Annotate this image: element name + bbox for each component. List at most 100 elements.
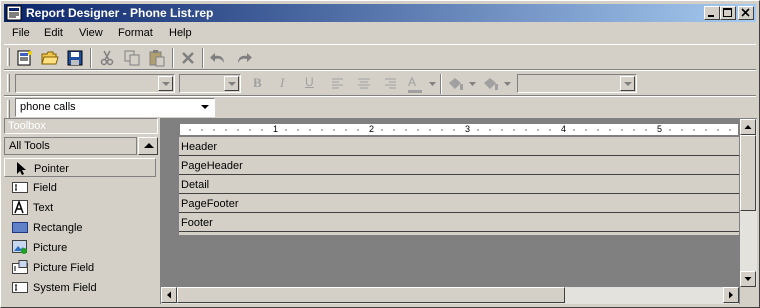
tool-label: Pointer (34, 163, 69, 175)
band-detail[interactable]: Detail (179, 175, 739, 194)
copy-icon[interactable] (123, 49, 141, 67)
redo-icon[interactable] (235, 49, 253, 67)
window-title: Report Designer - Phone List.rep (26, 6, 214, 20)
ruler-mark: 3 (464, 124, 472, 134)
save-icon[interactable] (66, 49, 84, 67)
arrow-down-icon (744, 277, 752, 281)
vertical-scroll-thumb[interactable] (740, 135, 756, 211)
tool-system-field[interactable]: System Field (4, 278, 156, 297)
font-name-combo[interactable] (15, 74, 175, 93)
tool-field[interactable]: Field (4, 178, 156, 197)
line-color-dropdown-icon[interactable] (504, 82, 511, 86)
tool-pointer[interactable]: Pointer (4, 158, 156, 177)
system-field-icon (12, 282, 28, 293)
arrow-left-icon (167, 291, 171, 299)
toolbar-separator (172, 48, 174, 68)
toolbox-scroll-up-button[interactable] (138, 137, 158, 155)
arrow-right-icon (729, 291, 733, 299)
toolbar-separator (90, 48, 92, 68)
dropdown-arrow-icon[interactable] (198, 100, 213, 115)
menu-format[interactable]: Format (118, 27, 153, 39)
toolbar-separator (440, 74, 442, 94)
tool-picture-field[interactable]: Picture Field (4, 258, 156, 277)
toolbar-grip[interactable] (7, 100, 10, 118)
close-button[interactable] (738, 6, 754, 20)
open-folder-icon[interactable] (41, 49, 59, 67)
italic-button[interactable]: I (280, 75, 284, 91)
scroll-up-button[interactable] (740, 119, 756, 135)
dropdown-arrow-icon[interactable] (224, 76, 239, 91)
toolbar-grip[interactable] (7, 74, 10, 92)
font-color-bar-icon (408, 90, 422, 93)
align-left-icon[interactable] (329, 75, 347, 93)
maximize-icon (723, 8, 732, 17)
tool-rectangle[interactable]: Rectangle (4, 218, 156, 237)
datasource-value: phone calls (20, 101, 76, 113)
ruler-ticks (184, 129, 736, 131)
scroll-down-button[interactable] (740, 271, 756, 287)
tool-label: Field (33, 182, 57, 194)
back-color-dropdown-icon[interactable] (469, 82, 476, 86)
menu-view[interactable]: View (79, 27, 103, 39)
band-header[interactable]: Header (179, 137, 739, 156)
rectangle-icon (12, 222, 28, 233)
ruler-mark: 5 (656, 124, 664, 134)
font-color-dropdown-icon[interactable] (429, 82, 436, 86)
datasource-toolbar: phone calls (4, 96, 756, 118)
scrollbar-corner (740, 287, 757, 304)
paste-icon[interactable] (148, 49, 166, 67)
line-color-icon[interactable] (482, 75, 500, 93)
dropdown-arrow-icon[interactable] (158, 76, 173, 91)
toolbox-panel: Toolbox All Tools Pointer Field Text Rec… (4, 118, 158, 304)
minimize-button[interactable] (704, 6, 720, 20)
standard-toolbar (4, 44, 756, 70)
delete-icon[interactable] (179, 49, 197, 67)
undo-icon[interactable] (209, 49, 227, 67)
horizontal-scrollbar[interactable] (161, 287, 739, 304)
menu-bar: File Edit View Format Help (4, 24, 756, 43)
tool-label: System Field (33, 282, 97, 294)
new-report-icon[interactable] (16, 49, 34, 67)
maximize-button[interactable] (720, 6, 736, 20)
menu-file[interactable]: File (12, 27, 30, 39)
app-icon (6, 5, 22, 21)
style-combo[interactable] (517, 74, 637, 93)
report-designer-window: Report Designer - Phone List.rep File Ed… (0, 0, 760, 308)
tool-picture[interactable]: Picture (4, 238, 156, 257)
arrow-up-icon (744, 125, 752, 129)
tool-text[interactable]: Text (4, 198, 156, 217)
report-design-surface[interactable]: 1 2 3 4 5 Header PageHeader Detail PageF… (160, 118, 757, 304)
horizontal-ruler: 1 2 3 4 5 (179, 123, 739, 136)
menu-help[interactable]: Help (169, 27, 192, 39)
dropdown-arrow-icon[interactable] (620, 76, 635, 91)
underline-button[interactable]: U (305, 75, 314, 89)
font-size-combo[interactable] (179, 74, 241, 93)
tool-label: Picture (33, 242, 68, 254)
field-icon (12, 182, 28, 193)
datasource-combo[interactable]: phone calls (15, 98, 215, 117)
ruler-mark: 2 (368, 124, 376, 134)
scroll-left-button[interactable] (161, 287, 177, 303)
toolbox-category-tab[interactable]: All Tools (4, 137, 137, 155)
band-page-footer[interactable]: PageFooter (179, 194, 739, 213)
align-center-icon[interactable] (355, 75, 373, 93)
band-page-header[interactable]: PageHeader (179, 156, 739, 175)
cut-icon[interactable] (98, 49, 116, 67)
picture-field-icon (12, 260, 28, 274)
title-bar[interactable]: Report Designer - Phone List.rep (4, 4, 756, 22)
font-color-button[interactable]: A (408, 75, 416, 89)
toolbar-separator (202, 48, 204, 68)
toolbar-grip[interactable] (7, 48, 10, 66)
vertical-scrollbar[interactable] (740, 119, 757, 287)
band-area: Header PageHeader Detail PageFooter Foot… (179, 137, 739, 235)
scroll-right-button[interactable] (723, 287, 739, 303)
bold-button[interactable]: B (253, 75, 262, 91)
back-color-icon[interactable] (447, 75, 465, 93)
horizontal-scroll-thumb[interactable] (177, 287, 565, 303)
menu-edit[interactable]: Edit (44, 27, 63, 39)
band-footer[interactable]: Footer (179, 213, 739, 232)
tool-label: Rectangle (33, 222, 83, 234)
align-right-icon[interactable] (381, 75, 399, 93)
ruler-mark: 1 (272, 124, 280, 134)
minimize-icon (708, 15, 714, 17)
